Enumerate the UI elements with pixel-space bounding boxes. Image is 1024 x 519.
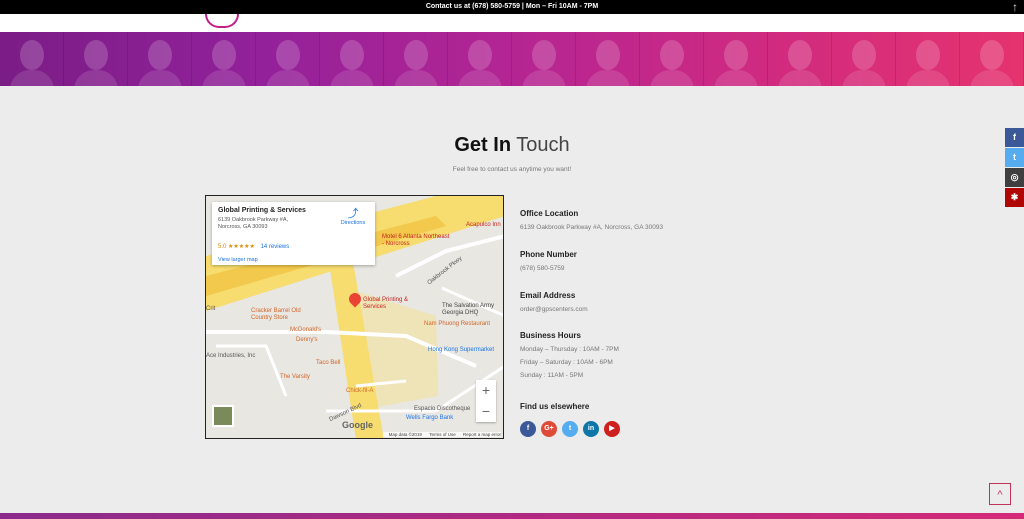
google-plus-icon[interactable]: G+ xyxy=(541,421,557,437)
hero-portrait xyxy=(384,32,448,86)
hours-list: Monday – Thursday : 10AM - 7PM Friday – … xyxy=(520,343,619,382)
hero-portrait xyxy=(0,32,64,86)
hero-portrait xyxy=(512,32,576,86)
map-label-cracker-barrel: Cracker Barrel Old Country Store xyxy=(251,308,301,321)
map-label-acapulco: Acapulco Inn xyxy=(466,222,501,228)
directions-label: Directions xyxy=(340,220,366,226)
hero-portrait xyxy=(832,32,896,86)
find-us-title: Find us elsewhere xyxy=(520,402,590,411)
email-title: Email Address xyxy=(520,291,576,300)
map-reviews-link[interactable]: 14 reviews xyxy=(261,244,290,250)
hero-portrait xyxy=(704,32,768,86)
map-label-chick-fil-a: Chick-fil-A xyxy=(346,388,374,394)
directions-button[interactable]: ⤴ Directions xyxy=(336,208,370,226)
map-address-line1: 6139 Oakbrook Parkway #A, xyxy=(218,217,289,223)
hours-line: Friday – Saturday : 10AM - 6PM xyxy=(520,359,613,366)
twitter-icon[interactable]: t xyxy=(562,421,578,437)
arrow-up-icon[interactable]: ↑ xyxy=(1012,0,1018,14)
map-label-hong-kong: Hong Kong Supermarket xyxy=(428,347,495,353)
map-label-salvation: The Salvation Army Georgia DHQ xyxy=(442,303,495,316)
map-label-varsity: The Varsity xyxy=(280,374,310,380)
email-value[interactable]: order@gpscenters.com xyxy=(520,306,588,313)
zoom-in-button[interactable]: + xyxy=(476,380,496,401)
hours-line: Sunday : 11AM - 5PM xyxy=(520,372,584,379)
page-title: Get In Touch xyxy=(0,134,1024,157)
office-value: 6139 Oakbrook Parkway #A, Norcross, GA 3… xyxy=(520,224,664,231)
scroll-to-top-button[interactable]: ^ xyxy=(989,483,1011,505)
satellite-toggle[interactable] xyxy=(212,405,234,427)
top-contact-text: Contact us at (678) 580-5759 | Mon – Fri… xyxy=(425,3,599,10)
directions-icon: ⤴ xyxy=(347,208,359,220)
map-label-espacio: Espacio Discotheque xyxy=(414,406,471,412)
instagram-icon[interactable]: ◎ xyxy=(1005,168,1024,187)
office-title: Office Location xyxy=(520,209,579,218)
hero-portrait xyxy=(128,32,192,86)
title-light: Touch xyxy=(516,134,570,156)
hours-line: Monday – Thursday : 10AM - 7PM xyxy=(520,346,619,353)
facebook-icon[interactable]: f xyxy=(1005,128,1024,147)
social-sidebar: f t ◎ ✱ xyxy=(1005,128,1024,208)
map-report-link[interactable]: Report a map error xyxy=(463,432,501,437)
hero-portrait xyxy=(192,32,256,86)
hero-portrait xyxy=(64,32,128,86)
top-contact-bar: Contact us at (678) 580-5759 | Mon – Fri… xyxy=(0,0,1024,14)
view-larger-map-link[interactable]: View larger map xyxy=(218,257,258,263)
yelp-icon[interactable]: ✱ xyxy=(1005,188,1024,207)
footer-band xyxy=(0,513,1024,519)
twitter-icon[interactable]: t xyxy=(1005,148,1024,167)
map-terms-link[interactable]: Terms of Use xyxy=(429,432,456,437)
map-label-dennys: Denny's xyxy=(296,337,318,343)
hours-block: Business Hours Monday – Thursday : 10AM … xyxy=(520,331,619,382)
map-label-crit: Crit xyxy=(206,306,216,312)
hours-title: Business Hours xyxy=(520,331,581,340)
map-address: 6139 Oakbrook Parkway #A, Norcross, GA 3… xyxy=(218,217,318,231)
phone-block: Phone Number (678) 580-5759 xyxy=(520,250,577,272)
email-block: Email Address order@gpscenters.com xyxy=(520,291,588,313)
header-band xyxy=(0,14,1024,32)
social-icons: f G+ t in ▶ xyxy=(520,417,625,437)
hero-banner xyxy=(0,32,1024,86)
google-logo: Google xyxy=(342,420,373,430)
map-zoom-control: + − xyxy=(476,380,496,422)
map-data-text: Map data ©2019 xyxy=(388,432,422,437)
map-info-card: Global Printing & Services 6139 Oakbrook… xyxy=(212,202,375,265)
map-footer: Map data ©2019 Terms of Use Report a map… xyxy=(382,432,501,437)
hero-portrait xyxy=(768,32,832,86)
map-label-motel6: Motel 6 Atlanta Northeast - Norcross xyxy=(382,234,450,247)
hero-portrait xyxy=(576,32,640,86)
google-map[interactable]: Global Printing & Services 6139 Oakbrook… xyxy=(205,195,504,439)
hero-portrait xyxy=(960,32,1024,86)
hero-portrait xyxy=(256,32,320,86)
facebook-icon[interactable]: f xyxy=(520,421,536,437)
map-rating-stars: 5.0 ★★★★★ xyxy=(218,244,255,250)
map-label-taco-bell: Taco Bell xyxy=(316,360,341,366)
chevron-up-icon: ^ xyxy=(997,489,1003,501)
find-us-block: Find us elsewhere xyxy=(520,402,589,411)
office-block: Office Location 6139 Oakbrook Parkway #A… xyxy=(520,209,663,231)
title-bold: Get In xyxy=(454,134,512,156)
map-rating: 5.0 ★★★★★ 14 reviews xyxy=(218,243,289,250)
phone-title: Phone Number xyxy=(520,250,577,259)
zoom-out-button[interactable]: − xyxy=(476,401,496,422)
hero-portrait xyxy=(320,32,384,86)
map-label-ace: Ace Industries, Inc xyxy=(206,353,256,359)
map-pin-label: Global Printing & Services xyxy=(363,297,409,310)
map-label-nam-phuong: Nam Phuong Restaurant xyxy=(424,321,491,327)
map-label-mcdonalds: McDonald's xyxy=(290,327,322,333)
phone-value[interactable]: (678) 580-5759 xyxy=(520,265,577,272)
hero-portrait xyxy=(448,32,512,86)
map-address-line2: Norcross, GA 30093 xyxy=(218,224,268,230)
youtube-icon[interactable]: ▶ xyxy=(604,421,620,437)
hero-portrait xyxy=(896,32,960,86)
page-subtitle: Feel free to contact us anytime you want… xyxy=(452,166,572,173)
map-label-wells-fargo: Wells Fargo Bank xyxy=(406,415,454,421)
hero-portrait xyxy=(640,32,704,86)
linkedin-icon[interactable]: in xyxy=(583,421,599,437)
